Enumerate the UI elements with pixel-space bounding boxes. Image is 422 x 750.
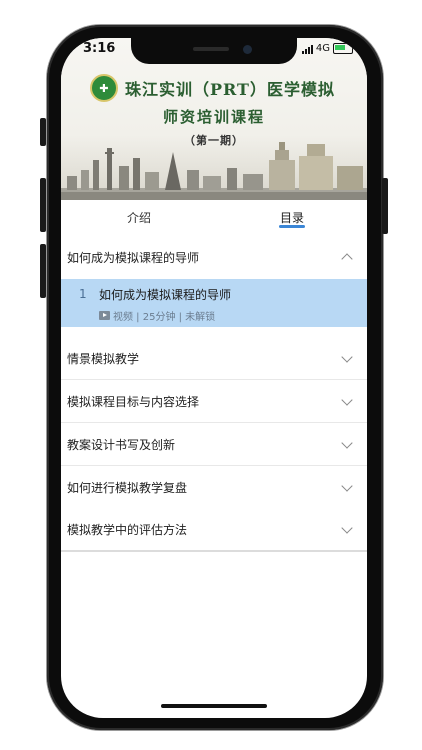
city-skyline-illustration [61, 142, 367, 200]
mute-switch [40, 118, 46, 146]
chevron-down-icon[interactable] [341, 522, 353, 534]
volume-up-button [40, 178, 46, 232]
section-row[interactable]: 模拟教学中的评估方法 [61, 508, 367, 552]
section-row[interactable]: 模拟课程目标与内容选择 [61, 380, 367, 423]
network-type: 4G [315, 43, 330, 54]
home-indicator[interactable] [161, 704, 267, 708]
section-expanded[interactable]: 如何成为模拟课程的导师 [61, 236, 367, 280]
chevron-down-icon[interactable] [341, 437, 353, 449]
video-icon [99, 311, 110, 320]
tab-intro[interactable]: 介绍 [127, 209, 151, 226]
section-label: 模拟课程目标与内容选择 [67, 395, 200, 409]
volume-down-button [40, 244, 46, 298]
lesson-number: 1 [79, 287, 87, 301]
lesson-row-selected[interactable]: 1 如何成为模拟课程的导师 视频 | 25分钟 | 未解锁 [61, 279, 367, 327]
course-title-line1: 珠江实训（PRT）医学模拟 [125, 80, 335, 99]
course-title-line2: 师资培训课程 [162, 108, 265, 126]
course-tabs: 介绍 目录 [61, 200, 367, 237]
signal-icon [301, 44, 313, 54]
lesson-meta: 视频 | 25分钟 | 未解锁 [99, 308, 215, 323]
battery-icon [333, 43, 353, 54]
section-label: 教案设计书写及创新 [67, 438, 176, 452]
status-indicators: 4G [301, 43, 353, 54]
section-row[interactable]: 教案设计书写及创新 [61, 423, 367, 466]
phone-screen: ✚ 珠江实训（PRT）医学模拟 师资培训课程 （第一期） 3:16 4G 介绍 … [61, 38, 367, 718]
section-row[interactable]: 如何进行模拟教学复盘 [61, 466, 367, 509]
lesson-meta-text: 视频 | 25分钟 | 未解锁 [113, 312, 216, 323]
status-bar: 3:16 4G [61, 38, 367, 64]
chevron-down-icon[interactable] [341, 351, 353, 363]
tab-catalog[interactable]: 目录 [280, 209, 304, 226]
section-label: 情景模拟教学 [67, 352, 140, 366]
school-logo: ✚ [90, 74, 118, 102]
power-button [382, 178, 388, 234]
section-label: 如何成为模拟课程的导师 [67, 251, 200, 265]
lesson-title: 如何成为模拟课程的导师 [99, 288, 232, 302]
chevron-down-icon[interactable] [341, 480, 353, 492]
chevron-up-icon[interactable] [341, 253, 353, 265]
status-time: 3:16 [83, 41, 116, 56]
active-tab-indicator [279, 225, 305, 228]
chevron-down-icon[interactable] [341, 394, 353, 406]
section-label: 如何进行模拟教学复盘 [67, 481, 188, 495]
section-label: 模拟教学中的评估方法 [67, 523, 188, 537]
section-row[interactable]: 情景模拟教学 [61, 337, 367, 380]
